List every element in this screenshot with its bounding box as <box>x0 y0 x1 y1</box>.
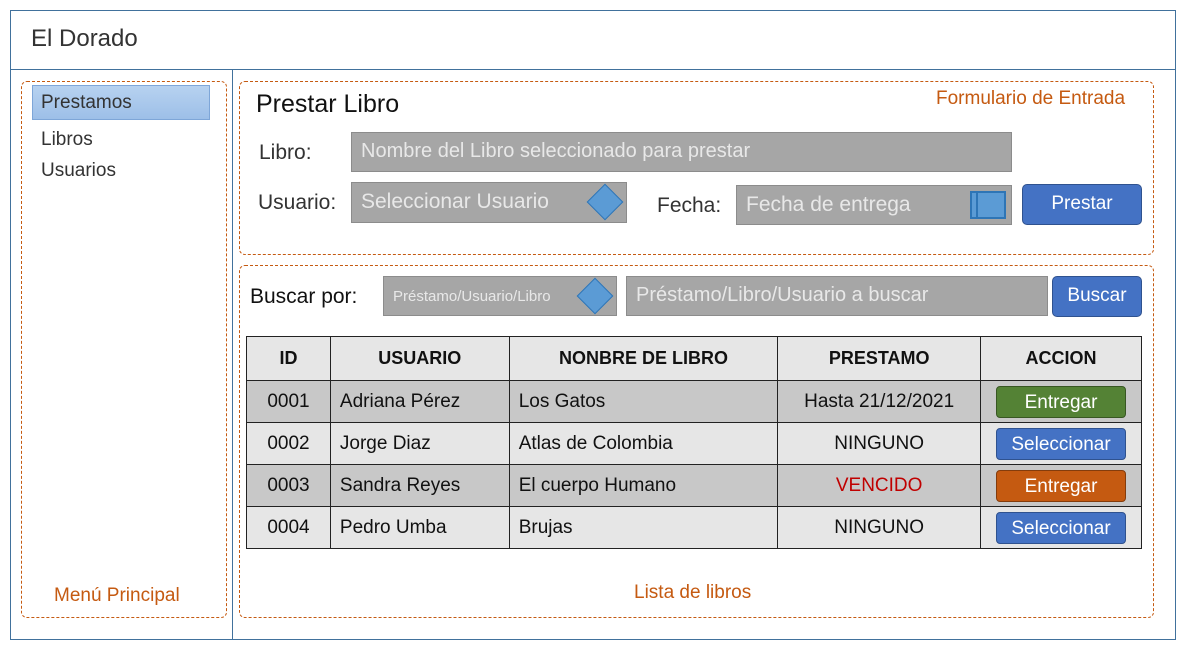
search-label: Buscar por: <box>250 285 358 308</box>
cell-libro: El cuerpo Humano <box>508 464 779 507</box>
cell-prestamo: NINGUNO <box>777 422 982 465</box>
usuario-select[interactable]: Seleccionar Usuario <box>351 182 627 223</box>
sidebar-caption: Menú Principal <box>54 585 180 606</box>
fecha-placeholder: Fecha de entrega <box>746 193 911 216</box>
prestar-button[interactable]: Prestar <box>1022 184 1142 225</box>
seleccionar-button[interactable]: Seleccionar <box>996 511 1127 544</box>
app-title: El Dorado <box>31 25 138 52</box>
cell-id: 0003 <box>246 464 331 507</box>
search-input[interactable]: Préstamo/Libro/Usuario a buscar <box>626 276 1048 316</box>
table-row[interactable]: 0003 Sandra Reyes El cuerpo Humano VENCI… <box>246 464 1142 507</box>
cell-accion: Seleccionar <box>980 506 1142 549</box>
sidebar-item-libros[interactable]: Libros <box>41 129 93 151</box>
sidebar-item-usuarios[interactable]: Usuarios <box>41 160 116 182</box>
cell-id: 0002 <box>246 422 331 465</box>
cell-libro: Brujas <box>508 506 779 549</box>
libro-label: Libro: <box>259 141 312 164</box>
sidebar-item-label: Libros <box>41 129 93 150</box>
cell-usuario: Sandra Reyes <box>329 464 510 507</box>
form-caption: Formulario de Entrada <box>936 88 1126 109</box>
column-header-libro: NONBRE DE LIBRO <box>508 336 779 381</box>
cell-accion: Entregar <box>980 464 1142 507</box>
column-header-id: ID <box>246 336 331 381</box>
sidebar-item-prestamos[interactable]: Prestamos <box>32 85 210 120</box>
search-placeholder: Préstamo/Libro/Usuario a buscar <box>636 284 929 306</box>
table-row[interactable]: 0001 Adriana Pérez Los Gatos Hasta 21/12… <box>246 380 1142 423</box>
entregar-button[interactable]: Entregar <box>996 469 1127 502</box>
sidebar-item-label: Usuarios <box>41 160 116 181</box>
cell-accion: Seleccionar <box>980 422 1142 465</box>
form-title: Prestar Libro <box>256 90 400 118</box>
cell-prestamo: Hasta 21/12/2021 <box>777 380 982 423</box>
list-caption: Lista de libros <box>634 582 752 603</box>
buscar-button[interactable]: Buscar <box>1052 276 1142 317</box>
usuario-placeholder: Seleccionar Usuario <box>361 190 549 213</box>
fecha-label: Fecha: <box>657 194 722 217</box>
app-header: El Dorado <box>10 10 1176 70</box>
cell-libro: Los Gatos <box>508 380 779 423</box>
usuario-label: Usuario: <box>258 191 337 214</box>
books-table: ID USUARIO NONBRE DE LIBRO PRESTAMO ACCI… <box>246 336 1142 549</box>
cell-libro: Atlas de Colombia <box>508 422 779 465</box>
column-header-accion: ACCION <box>980 336 1142 381</box>
cell-usuario: Adriana Pérez <box>329 380 510 423</box>
cell-id: 0004 <box>246 506 331 549</box>
calendar-icon[interactable] <box>970 191 1006 219</box>
cell-id: 0001 <box>246 380 331 423</box>
entregar-button[interactable]: Entregar <box>996 385 1127 418</box>
buscar-button-label: Buscar <box>1067 285 1127 306</box>
sidebar-divider <box>232 70 233 640</box>
search-type-value: Préstamo/Usuario/Libro <box>393 288 551 305</box>
table-row[interactable]: 0002 Jorge Diaz Atlas de Colombia NINGUN… <box>246 422 1142 465</box>
libro-placeholder: Nombre del Libro seleccionado para prest… <box>361 140 751 162</box>
column-header-prestamo: PRESTAMO <box>777 336 982 381</box>
sidebar-item-label: Prestamos <box>41 92 132 113</box>
prestar-button-label: Prestar <box>1051 193 1113 214</box>
seleccionar-button[interactable]: Seleccionar <box>996 427 1127 460</box>
cell-accion: Entregar <box>980 380 1142 423</box>
cell-usuario: Pedro Umba <box>329 506 510 549</box>
column-header-usuario: USUARIO <box>329 336 510 381</box>
table-row[interactable]: 0004 Pedro Umba Brujas NINGUNO Seleccion… <box>246 506 1142 549</box>
table-header-row: ID USUARIO NONBRE DE LIBRO PRESTAMO ACCI… <box>246 336 1142 381</box>
cell-usuario: Jorge Diaz <box>329 422 510 465</box>
libro-field[interactable]: Nombre del Libro seleccionado para prest… <box>351 132 1012 172</box>
cell-prestamo-overdue: VENCIDO <box>777 464 982 507</box>
cell-prestamo: NINGUNO <box>777 506 982 549</box>
